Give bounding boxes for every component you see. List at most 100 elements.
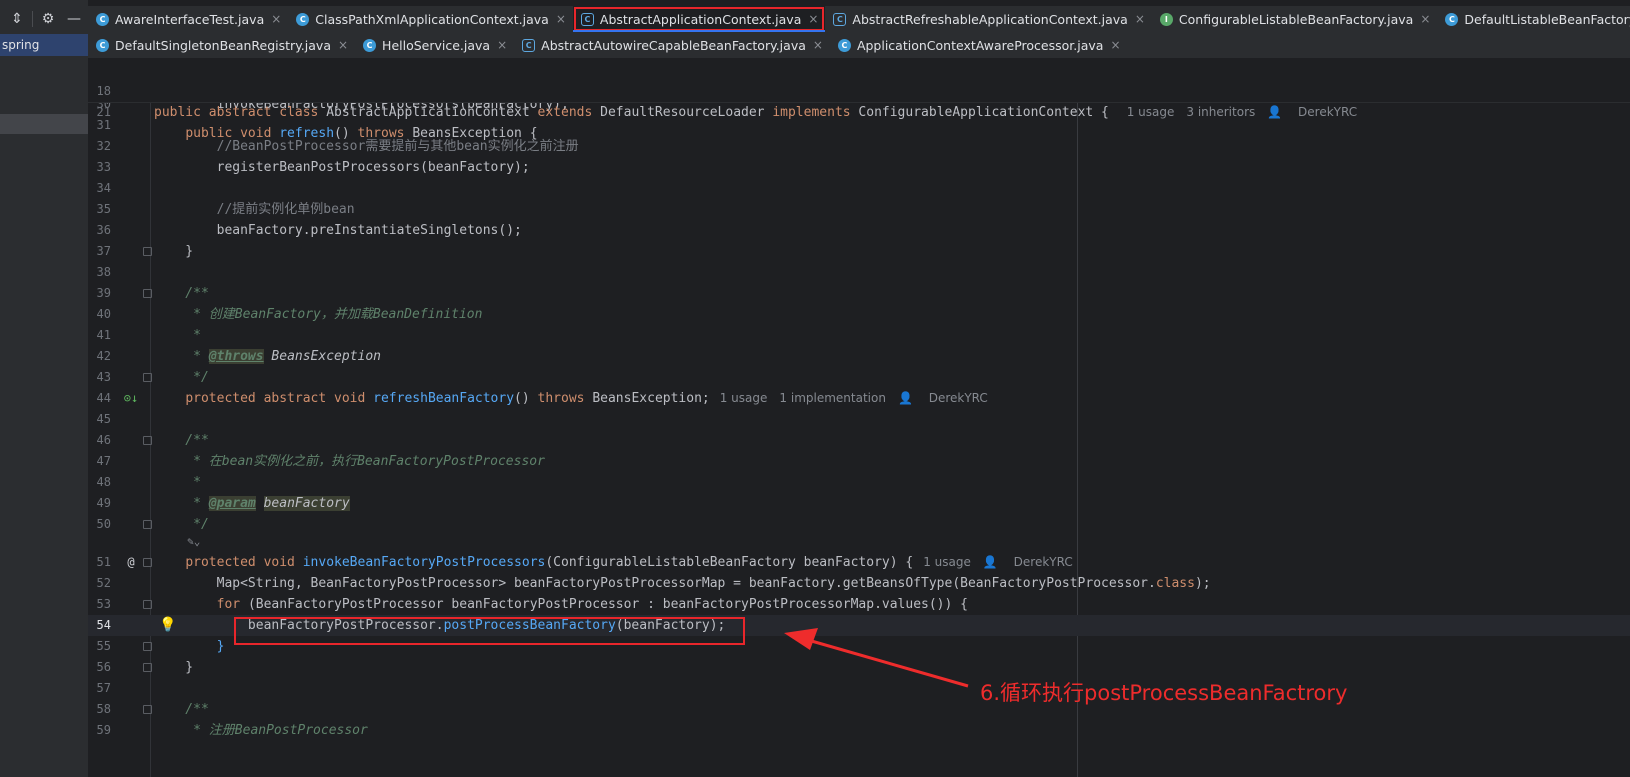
line-number: 45: [96, 412, 111, 426]
code-line[interactable]: 57: [88, 678, 1630, 699]
code-text: }: [216, 639, 225, 654]
close-icon[interactable]: ×: [1135, 12, 1145, 26]
inlay-hint[interactable]: 1 usage 👤 DerekYRC: [923, 555, 1085, 569]
fold-marker-icon[interactable]: [143, 663, 152, 672]
code-line[interactable]: 34: [88, 178, 1630, 199]
tab-classpathxmlapplicationcontext[interactable]: C ClassPathXmlApplicationContext.java ×: [288, 6, 573, 32]
close-icon[interactable]: ×: [556, 12, 566, 26]
code-line[interactable]: 39 /**: [88, 283, 1630, 304]
code-line[interactable]: 36 beanFactory.preInstantiateSingletons(…: [88, 220, 1630, 241]
highlight-box: [234, 617, 745, 645]
line-number: 58: [96, 702, 111, 716]
code-line[interactable]: 48 *: [88, 472, 1630, 493]
render-doc-toggle-icon[interactable]: ✎⌄: [154, 535, 200, 549]
code-text: * @throws BeansException: [154, 349, 381, 364]
line-number: 34: [96, 181, 111, 195]
project-root-item[interactable]: spring: [0, 34, 88, 56]
class-icon: C: [363, 38, 377, 52]
code-text: *: [154, 328, 201, 343]
fold-marker-icon[interactable]: [143, 436, 152, 445]
code-line[interactable]: 51 @ protected void invokeBeanFactoryPost…: [88, 552, 1630, 573]
code-line[interactable]: 52 Map<String, BeanFactoryPostProcessor>…: [88, 573, 1630, 594]
code-editor[interactable]: 18 public abstract class AbstractApplica…: [88, 58, 1630, 777]
tab-configurablelistablebeanfactory[interactable]: I ConfigurableListableBeanFactory.java ×: [1152, 6, 1438, 32]
fold-marker-icon[interactable]: [143, 705, 152, 714]
code-line[interactable]: 37 }: [88, 241, 1630, 262]
close-icon[interactable]: ×: [813, 38, 823, 52]
code-line[interactable]: 47 * 在bean实例化之前，执行BeanFactoryPostProcess…: [88, 451, 1630, 472]
code-text: /**: [154, 286, 209, 301]
line-number: 39: [96, 286, 111, 300]
line-number: 38: [96, 265, 111, 279]
code-line[interactable]: 46 /**: [88, 430, 1630, 451]
fold-marker-icon[interactable]: [143, 373, 152, 382]
class-icon: C: [1445, 12, 1459, 26]
fold-marker-icon[interactable]: [143, 289, 152, 298]
fold-marker-icon[interactable]: [143, 520, 152, 529]
class-icon: C: [296, 12, 310, 26]
implemented-down-icon[interactable]: ⊙↓: [121, 388, 141, 409]
fold-marker-icon[interactable]: [143, 642, 152, 651]
inlay-hint[interactable]: 1 usage 1 implementation 👤 DerekYRC: [720, 391, 1000, 405]
code-line[interactable]: 35 //提前实例化单例bean: [88, 199, 1630, 220]
line-number: 36: [96, 223, 111, 237]
annotation-label: 6.循环执行postProcessBeanFactrory: [980, 681, 1348, 705]
tab-applicationcontextawareprocessor[interactable]: C ApplicationContextAwareProcessor.java ×: [830, 32, 1128, 58]
override-at-icon[interactable]: @: [121, 552, 141, 573]
sticky-line-method[interactable]: 21 public void refresh() throws BeansExc…: [88, 81, 1630, 141]
code-line[interactable]: 53 for (BeanFactoryPostProcessor beanFac…: [88, 594, 1630, 615]
line-number: 51: [96, 555, 111, 569]
abstract-class-icon: C: [522, 38, 536, 52]
tab-label: ConfigurableListableBeanFactory.java: [1178, 11, 1414, 27]
close-icon[interactable]: ×: [1110, 38, 1120, 52]
tab-helloservice[interactable]: C HelloService.java ×: [355, 32, 514, 58]
close-icon[interactable]: ×: [497, 38, 507, 52]
code-line[interactable]: 49 * @param beanFactory: [88, 493, 1630, 514]
tab-abstractapplicationcontext[interactable]: C AbstractApplicationContext.java ×: [572, 6, 826, 32]
code-line[interactable]: 38: [88, 262, 1630, 283]
tab-abstractrefreshableapplicationcontext[interactable]: C AbstractRefreshableApplicationContext.j…: [825, 6, 1151, 32]
tree-selected-row[interactable]: [0, 114, 88, 134]
code-text: */: [154, 370, 209, 385]
code-line[interactable]: 59 * 注册BeanPostProcessor: [88, 720, 1630, 741]
tab-defaultsingletonbeanregistry[interactable]: C DefaultSingletonBeanRegistry.java ×: [88, 32, 355, 58]
close-icon[interactable]: ×: [271, 12, 281, 26]
code-line[interactable]: 40 * 创建BeanFactory，并加载BeanDefinition: [88, 304, 1630, 325]
code-line[interactable]: 44 ⊙↓ protected abstract void refreshBean…: [88, 388, 1630, 409]
code-line[interactable]: 45: [88, 409, 1630, 430]
code-line[interactable]: 42 * @throws BeansException: [88, 346, 1630, 367]
code-line[interactable]: 56 }: [88, 657, 1630, 678]
close-icon[interactable]: ×: [338, 38, 348, 52]
line-number: 47: [96, 454, 111, 468]
tab-awareinterfacetest[interactable]: C AwareInterfaceTest.java ×: [88, 6, 288, 32]
code-text: */: [154, 517, 209, 532]
fold-marker-icon[interactable]: [143, 600, 152, 609]
code-text: beanFactory.preInstantiateSingletons();: [154, 223, 522, 238]
line-number: 52: [96, 576, 111, 590]
tab-defaultlistablebeanfactory[interactable]: CDefaultListableBeanFactory.java×: [1437, 6, 1630, 32]
abstract-class-icon: C: [580, 12, 594, 26]
line-number: 49: [96, 496, 111, 510]
line-number: 54: [96, 618, 111, 632]
code-line[interactable]: 58 /**: [88, 699, 1630, 720]
gear-icon[interactable]: ⚙: [37, 11, 59, 27]
fold-marker-icon[interactable]: [143, 558, 152, 567]
code-text: public void refresh() throws BeansExcept…: [185, 126, 538, 141]
tab-abstractautowirecapablebeanfactory[interactable]: C AbstractAutowireCapableBeanFactory.java…: [514, 32, 830, 58]
line-number: 55: [96, 639, 111, 653]
minimize-icon[interactable]: —: [63, 11, 85, 27]
close-icon[interactable]: ×: [808, 12, 818, 26]
code-line[interactable]: 50 */: [88, 514, 1630, 535]
collapse-icon[interactable]: ⇕: [6, 11, 28, 27]
sticky-line-class[interactable]: 18 public abstract class AbstractApplica…: [88, 60, 1630, 120]
code-line[interactable]: 33 registerBeanPostProcessors(beanFactor…: [88, 157, 1630, 178]
code-text: registerBeanPostProcessors(beanFactory);: [154, 160, 530, 175]
inlay-hint[interactable]: 1 usage 3 inheritors 👤 DerekYRC: [1127, 105, 1369, 119]
tab-label: DefaultSingletonBeanRegistry.java: [115, 37, 331, 53]
code-line[interactable]: 43 */: [88, 367, 1630, 388]
line-number: 48: [96, 475, 111, 489]
fold-marker-icon[interactable]: [143, 247, 152, 256]
code-line[interactable]: 41 *: [88, 325, 1630, 346]
line-number: 46: [96, 433, 111, 447]
close-icon[interactable]: ×: [1420, 12, 1430, 26]
